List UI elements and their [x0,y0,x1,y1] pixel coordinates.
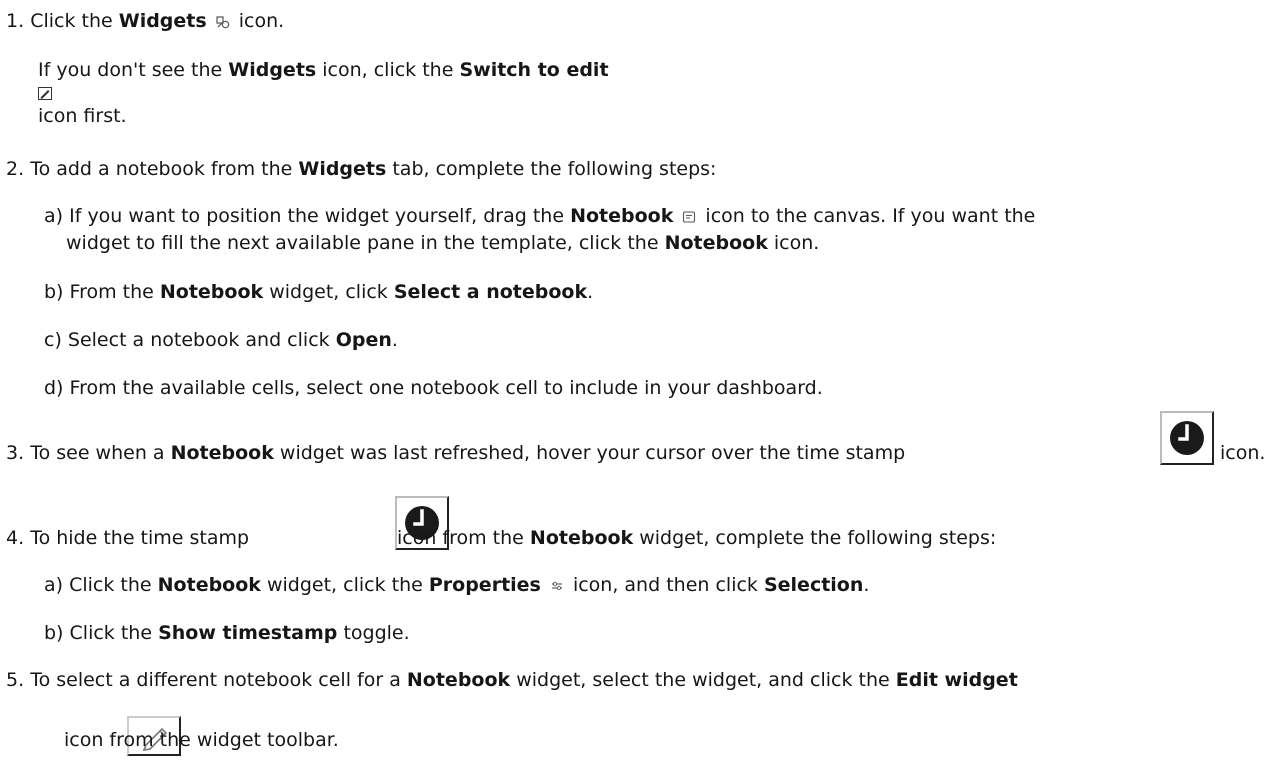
substep-label: a) [44,574,64,596]
substep-text: Click the [69,574,158,596]
step-number: 1. [6,10,25,32]
substep-text: widget, click the [260,574,429,596]
step-number: 3. [6,442,25,464]
step-5-line: 5. To select a different notebook cell f… [6,668,1018,692]
substep-text: . [391,329,398,351]
substep-text: toggle. [337,622,410,644]
properties-label: Properties [428,574,541,596]
substep-text: widget, click [263,281,394,303]
notebook-label: Notebook [406,669,511,691]
step-text: icon from the [397,527,530,549]
step-2b-line: b) From the Notebook widget, click Selec… [44,280,593,304]
switch-to-edit-icon [38,87,52,100]
substep-label: b) [44,281,64,303]
notebook-label: Notebook [570,205,674,227]
notebook-label: Notebook [157,574,261,596]
substep-text: Click the [69,622,159,644]
substep-text: icon, and then click [566,574,764,596]
notebook-label: Notebook [529,527,634,549]
notebook-label: Notebook [159,281,264,303]
substep-text: icon. [767,232,820,254]
step-4b-line: b) Click the Show timestamp toggle. [44,621,410,645]
step-text: widget, select the widget, and click the [510,669,896,691]
note-text: icon, click the [316,59,460,81]
substep-text: If you want to position the widget yours… [69,205,571,227]
properties-icon [551,581,562,590]
notebook-label: Notebook [664,232,768,254]
widgets-label: Widgets [298,158,387,180]
step-1-note: If you don't see the Widgets icon, click… [38,58,609,82]
substep-text: From the available cells, select one not… [69,377,823,399]
selection-label: Selection [763,574,864,596]
widgets-label: Widgets [118,10,207,32]
step-1-line: 1. Click the Widgets icon. [6,9,284,33]
note-text: If you don't see the [38,59,229,81]
select-a-notebook-label: Select a notebook [393,281,588,303]
step-text: icon. [232,10,285,32]
step-text: To add a notebook from the [30,158,299,180]
step-2c-line: c) Select a notebook and click Open. [44,328,398,352]
substep-text: From the [69,281,160,303]
substep-label: c) [44,329,62,351]
edit-widget-label: Edit widget [895,669,1018,691]
substep-text: widget to fill the next available pane i… [66,232,665,254]
step-text: To select a different notebook cell for … [30,669,407,691]
widgets-label: Widgets [228,59,317,81]
step-text: Click the [30,10,119,32]
substep-label: b) [44,622,64,644]
step-2d-line: d) From the available cells, select one … [44,376,823,400]
show-timestamp-label: Show timestamp [158,622,338,644]
timestamp-icon [1160,411,1214,465]
step-4-end: icon from the Notebook widget, complete … [397,526,996,550]
step-text: To hide the time stamp [30,527,250,549]
step-text: To see when a [30,442,171,464]
step-2-line: 2. To add a notebook from the Widgets ta… [6,157,716,181]
step-text: widget was last refreshed, hover your cu… [273,442,906,464]
notebook-icon [683,210,696,223]
step-text: tab, complete the following steps: [386,158,717,180]
step-3-end: icon. [1220,442,1266,464]
substep-text: . [587,281,594,303]
widgets-icon [216,15,230,28]
open-label: Open [335,329,392,351]
step-1-note-end: icon first. [38,105,127,127]
step-5-end: icon from the widget toolbar. [64,729,339,751]
step-2a-line-2: widget to fill the next available pane i… [66,231,819,255]
step-4a-line: a) Click the Notebook widget, click the … [44,573,869,597]
step-text: widget, complete the following steps: [633,527,997,549]
substep-label: d) [44,377,64,399]
step-number: 5. [6,669,25,691]
step-4-start: 4. To hide the time stamp [6,526,249,550]
substep-text: icon to the canvas. If you want the [699,205,1036,227]
substep-text: Select a notebook and click [67,329,336,351]
step-3-line: 3. To see when a Notebook widget was las… [6,441,905,465]
step-number: 2. [6,158,25,180]
step-number: 4. [6,527,25,549]
step-2a-line-1: a) If you want to position the widget yo… [44,204,1035,228]
substep-label: a) [44,205,64,227]
substep-text: . [863,574,870,596]
switch-to-edit-label: Switch to edit [459,59,609,81]
notebook-label: Notebook [170,442,274,464]
